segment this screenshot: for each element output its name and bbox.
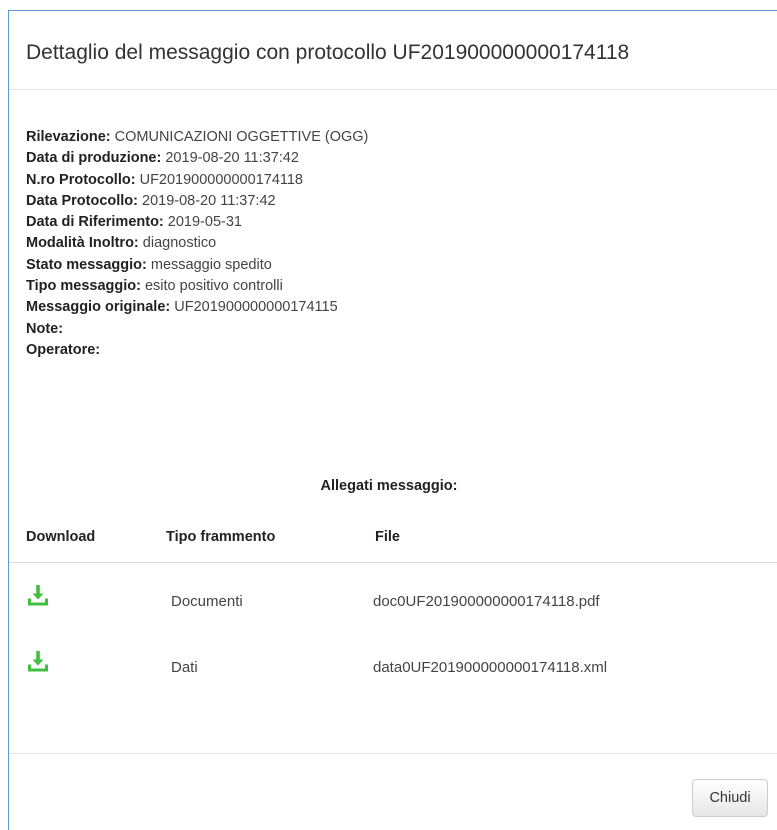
table-header-divider xyxy=(9,562,777,563)
detail-label: Modalità Inoltro: xyxy=(26,235,139,252)
message-details: Rilevazione: COMUNICAZIONI OGGETTIVE (OG… xyxy=(26,127,368,361)
column-header-file: File xyxy=(375,529,400,545)
detail-data-protocollo: Data Protocollo: 2019-08-20 11:37:42 xyxy=(26,191,368,212)
detail-value: 2019-08-20 11:37:42 xyxy=(161,150,299,167)
detail-value: diagnostico xyxy=(138,235,217,252)
download-icon[interactable] xyxy=(26,649,50,673)
message-detail-modal: Dettaglio del messaggio con protocollo U… xyxy=(8,10,777,830)
detail-data-riferimento: Data di Riferimento: 2019-05-31 xyxy=(26,212,368,233)
detail-label: Note: xyxy=(26,320,64,337)
detail-label: Stato messaggio: xyxy=(26,256,147,273)
detail-label: N.ro Protocollo: xyxy=(26,171,136,188)
cell-tipo-frammento: Dati xyxy=(171,659,198,676)
download-icon[interactable] xyxy=(26,583,50,607)
detail-data-produzione: Data di produzione: 2019-08-20 11:37:42 xyxy=(26,148,368,169)
detail-label: Tipo messaggio: xyxy=(26,278,141,295)
detail-value: esito positivo controlli xyxy=(140,278,283,295)
modal-title: Dettaglio del messaggio con protocollo U… xyxy=(26,41,630,64)
detail-value: COMUNICAZIONI OGGETTIVE (OGG) xyxy=(110,129,369,145)
cell-tipo-frammento: Documenti xyxy=(171,593,243,610)
detail-tipo-messaggio: Tipo messaggio: esito positivo controlli xyxy=(26,276,368,297)
detail-operatore: Operatore: xyxy=(26,340,368,361)
column-header-tipo-frammento: Tipo frammento xyxy=(166,529,276,545)
detail-value: messaggio spedito xyxy=(146,256,272,273)
modal-header: Dettaglio del messaggio con protocollo U… xyxy=(9,11,777,90)
detail-value: UF201900000000174115 xyxy=(170,299,338,316)
detail-modalita-inoltro: Modalità Inoltro: diagnostico xyxy=(26,233,368,254)
detail-numero-protocollo: N.ro Protocollo: UF201900000000174118 xyxy=(26,170,368,191)
close-button[interactable]: Chiudi xyxy=(692,779,768,817)
detail-stato-messaggio: Stato messaggio: messaggio spedito xyxy=(26,255,368,276)
detail-value: 2019-08-20 11:37:42 xyxy=(137,192,276,209)
detail-label: Data di Riferimento: xyxy=(26,214,164,231)
detail-label: Operatore: xyxy=(26,341,101,358)
detail-value: UF201900000000174118 xyxy=(135,171,303,188)
modal-footer-divider xyxy=(9,753,777,754)
detail-value: 2019-05-31 xyxy=(163,214,242,231)
cell-file: data0UF201900000000174118.xml xyxy=(373,659,608,676)
detail-label: Data Protocollo: xyxy=(26,192,138,209)
attachments-title: Allegati messaggio: xyxy=(320,478,458,494)
column-header-download: Download xyxy=(26,529,96,545)
table-row: Documenti doc0UF201900000000174118.pdf xyxy=(9,573,777,633)
table-row: Dati data0UF201900000000174118.xml xyxy=(9,639,777,699)
detail-label: Data di produzione: xyxy=(26,150,162,167)
detail-note: Note: xyxy=(26,319,368,340)
detail-label: Rilevazione: xyxy=(26,129,111,145)
detail-messaggio-originale: Messaggio originale: UF20190000000017411… xyxy=(26,297,368,318)
detail-rilevazione: Rilevazione: COMUNICAZIONI OGGETTIVE (OG… xyxy=(26,127,368,148)
cell-file: doc0UF201900000000174118.pdf xyxy=(373,593,600,610)
detail-label: Messaggio originale: xyxy=(26,299,171,316)
